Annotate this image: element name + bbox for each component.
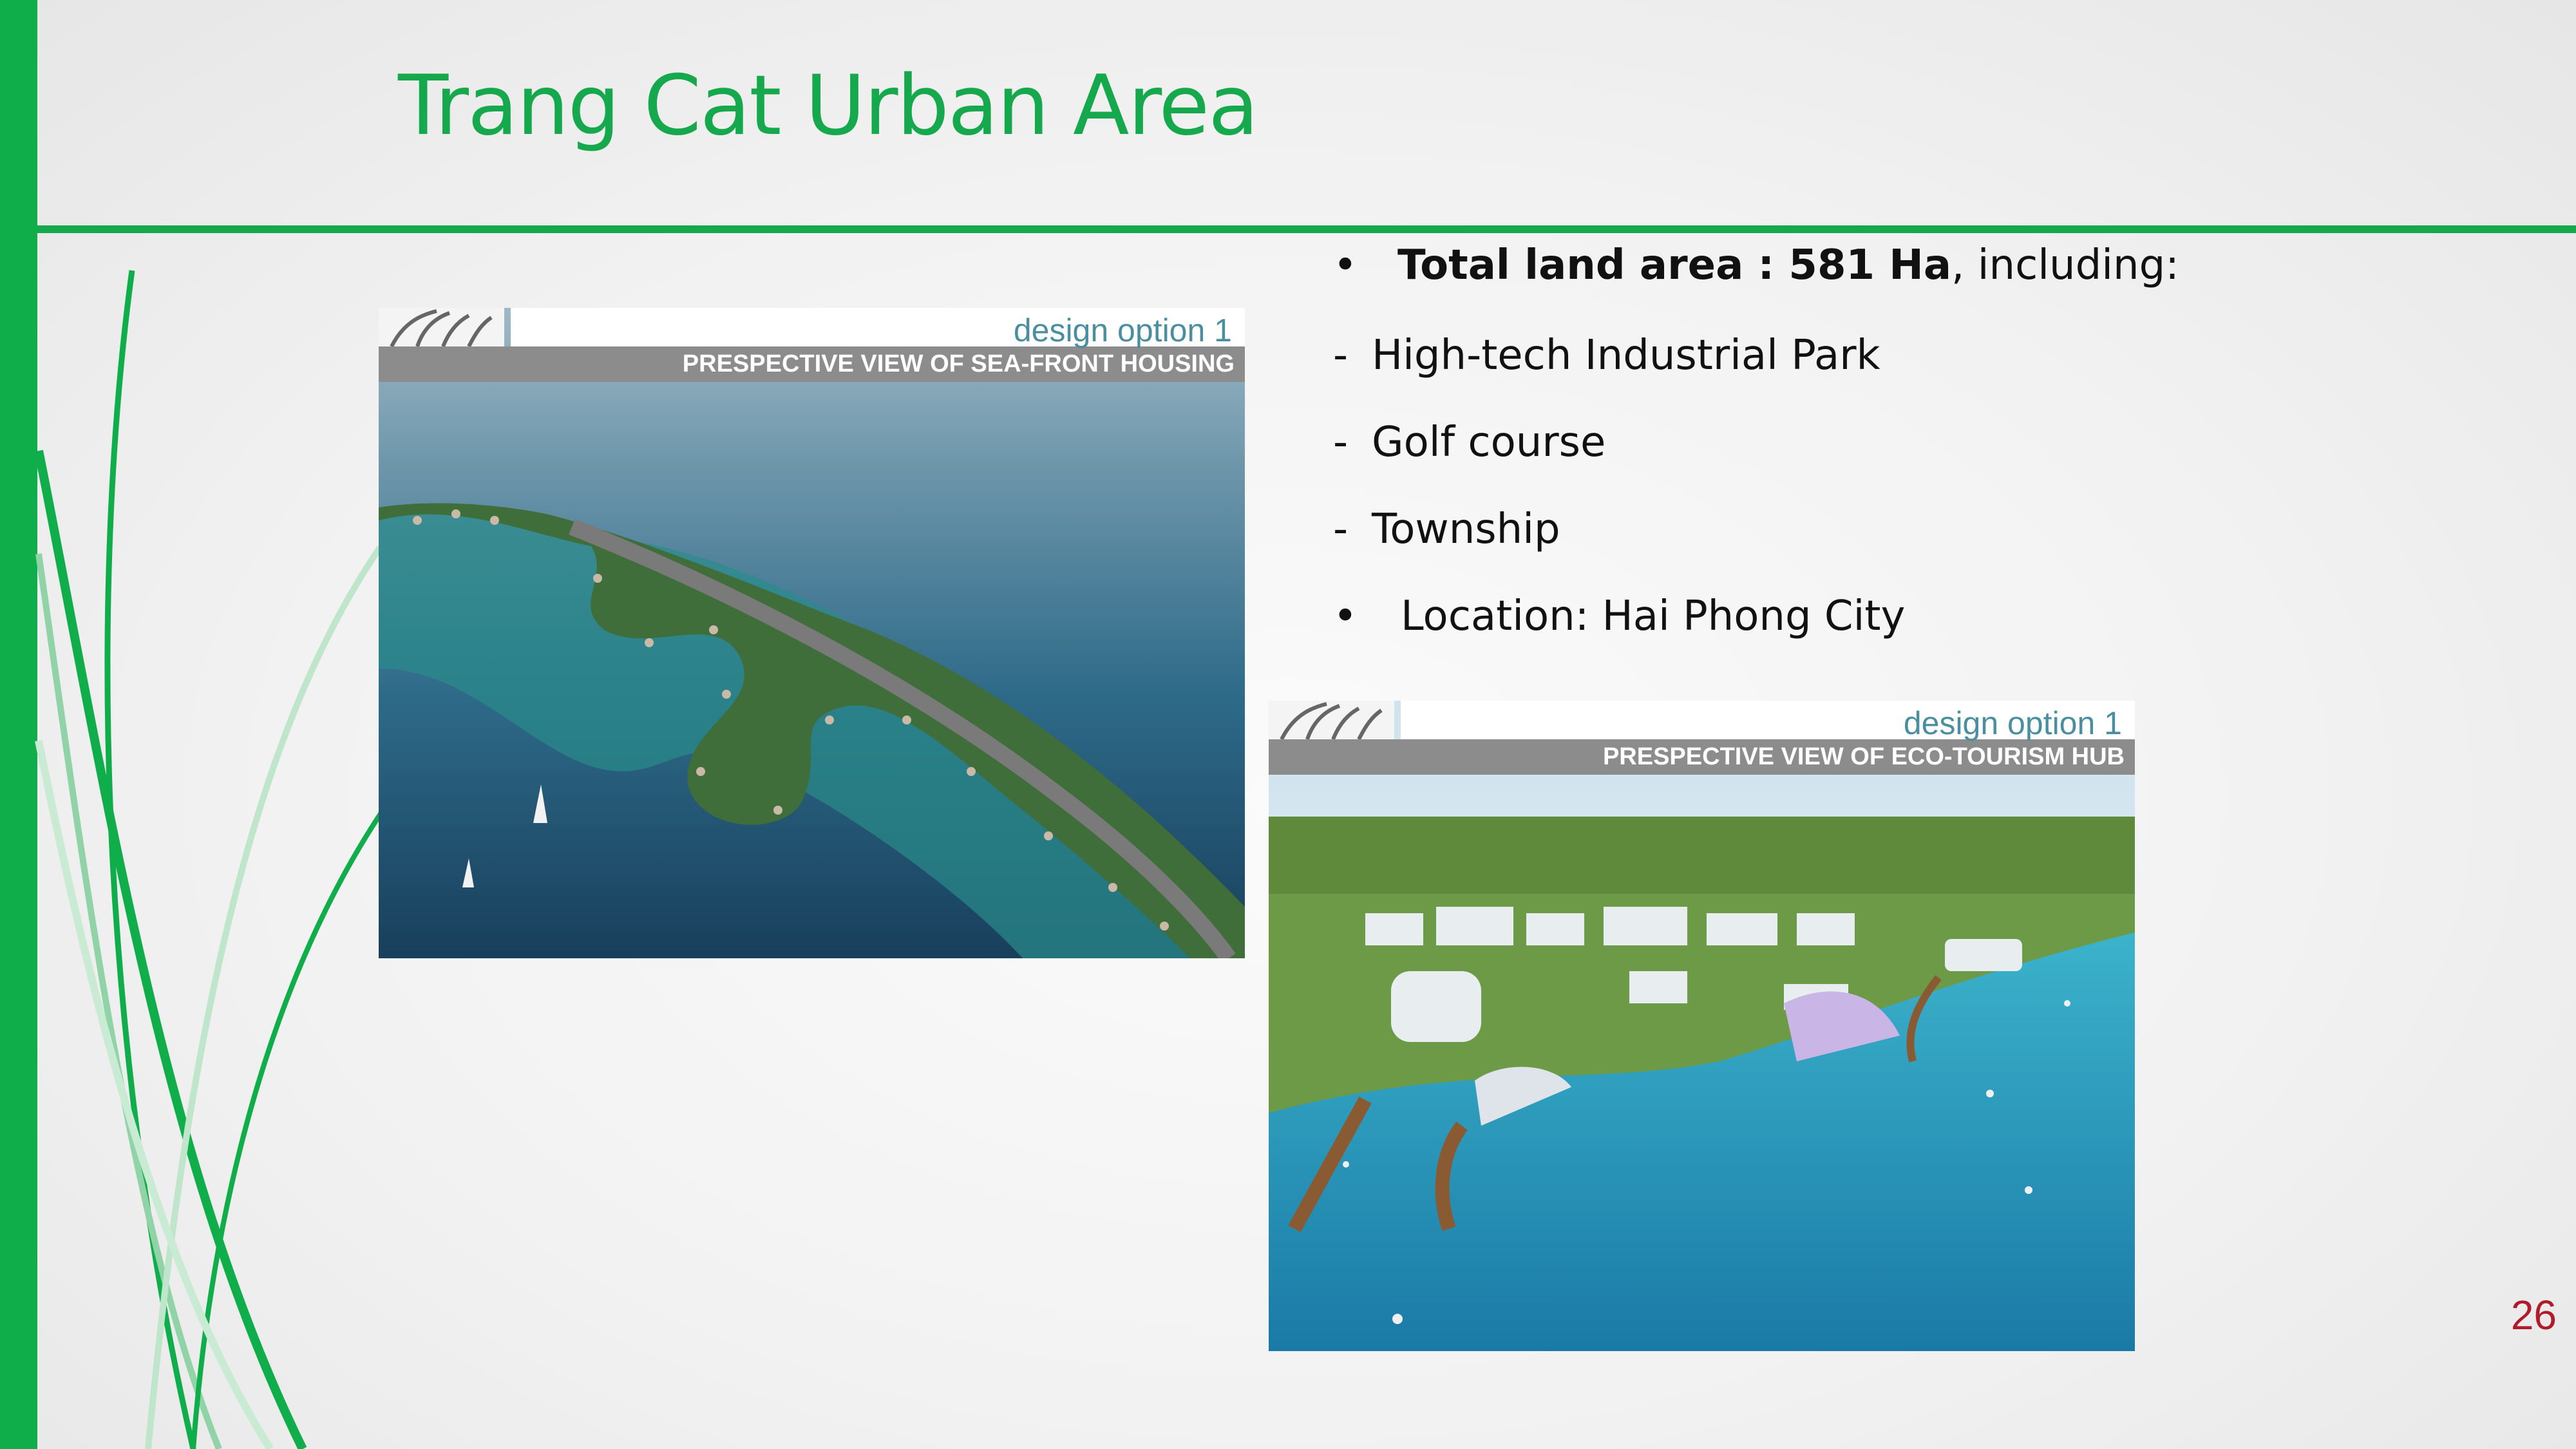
list-item: - High-tech Industrial Park (1333, 332, 1880, 379)
list-item: - Township (1333, 506, 1560, 553)
list-item: - Golf course (1333, 419, 1606, 466)
design-option-label: design option 1 (1013, 312, 1232, 348)
eco-tourism-hub-image: design option 1 PRESPECTIVE VIEW OF ECO-… (1269, 701, 2135, 1351)
design-option-label: design option 1 (1903, 705, 2122, 741)
page-number: 26 (2510, 1292, 2557, 1338)
slide-title: Trang Cat Urban Area (398, 58, 1259, 154)
image-caption: design option 1 PRESPECTIVE VIEW OF SEA-… (379, 308, 1245, 382)
total-land-area-item: • Total land area : 581 Ha, including: (1333, 242, 2179, 289)
view-caption: PRESPECTIVE VIEW OF ECO-TOURISM HUB (1602, 743, 2125, 770)
seafront-housing-image: design option 1 PRESPECTIVE VIEW OF SEA-… (379, 308, 1245, 958)
design-logo-icon (1269, 701, 1394, 775)
view-caption: PRESPECTIVE VIEW OF SEA-FRONT HOUSING (682, 350, 1235, 377)
design-logo-icon (379, 308, 504, 382)
title-divider (37, 225, 2576, 233)
decorative-green-swooshes (34, 270, 389, 1449)
location-item: • Location: Hai Phong City (1333, 592, 1906, 640)
image-caption: design option 1 PRESPECTIVE VIEW OF ECO-… (1269, 701, 2135, 775)
